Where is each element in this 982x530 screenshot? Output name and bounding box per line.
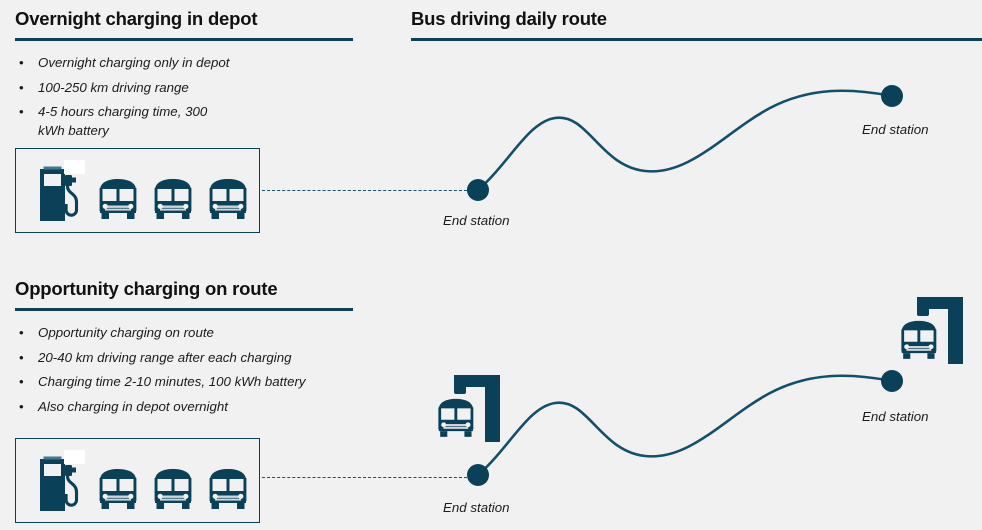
list-item-label: 100-250 km driving range [38,79,189,95]
bullet-list-opportunity: • Opportunity charging on route • 20-40 … [15,324,375,422]
list-item-label: Opportunity charging on route [38,325,214,340]
bus-front-icon [99,179,137,219]
icon-row-overnight [38,160,251,222]
end-station-label-end-opportunity: End station [862,409,929,424]
bullet-marker: • [19,398,24,414]
bullet-marker: • [19,325,24,340]
list-item-label: Overnight charging only in depot [38,55,230,70]
list-item-label: 4-5 hours charging time, 300 kWh battery [38,104,208,138]
charging-pump-icon [40,450,85,511]
list-item: • Opportunity charging on route [15,324,375,343]
list-item: • 20-40 km driving range after each char… [15,349,375,368]
icon-row-opportunity [38,450,251,512]
end-station-dot-end [881,370,903,392]
bus-front-icon [99,469,137,509]
bullet-marker: • [19,349,24,365]
list-item: • 100-250 km driving range [15,79,365,98]
bullet-marker: • [19,104,24,119]
list-item-label: Also charging in depot overnight [38,398,228,414]
infographic-canvas: Overnight charging in depot • Overnight … [0,0,982,530]
bus-front-icon [209,179,247,219]
pantograph-charging-station-icon [438,375,500,442]
list-item: • Overnight charging only in depot [15,54,365,73]
bus-front-icon [154,179,192,219]
list-item-label: 20-40 km driving range after each chargi… [38,349,292,365]
title-rule-overnight [15,38,353,41]
list-item-label: Charging time 2-10 minutes, 100 kWh batt… [38,374,306,389]
bullet-marker: • [19,79,24,95]
route-path-overnight [467,85,903,201]
end-station-dot-start [467,179,489,201]
bus-front-icon [154,469,192,509]
page-title-overnight: Overnight charging in depot [15,8,258,29]
title-rule-route [411,38,982,41]
end-station-label-start-overnight: End station [443,213,510,228]
bullet-marker: • [19,55,24,70]
page-title-opportunity: Opportunity charging on route [15,278,278,299]
connector-dashed-opportunity [262,477,467,478]
bullet-marker: • [19,374,24,389]
end-station-dot-end [881,85,903,107]
charging-pump-icon [40,160,85,221]
title-rule-opportunity [15,308,353,311]
end-station-label-end-overnight: End station [862,122,929,137]
end-station-label-start-opportunity: End station [443,500,510,515]
pantograph-charging-station-icon [901,297,963,364]
list-item: • Charging time 2-10 minutes, 100 kWh ba… [15,373,375,392]
list-item: • Also charging in depot overnight [15,398,375,417]
end-station-dot-start [467,464,489,486]
route-path-opportunity [467,370,903,486]
connector-dashed-overnight [262,190,467,191]
bus-front-icon [209,469,247,509]
list-item: • 4-5 hours charging time, 300 kWh batte… [15,103,233,140]
page-title-route: Bus driving daily route [411,8,607,29]
bullet-list-overnight: • Overnight charging only in depot • 100… [15,54,365,146]
